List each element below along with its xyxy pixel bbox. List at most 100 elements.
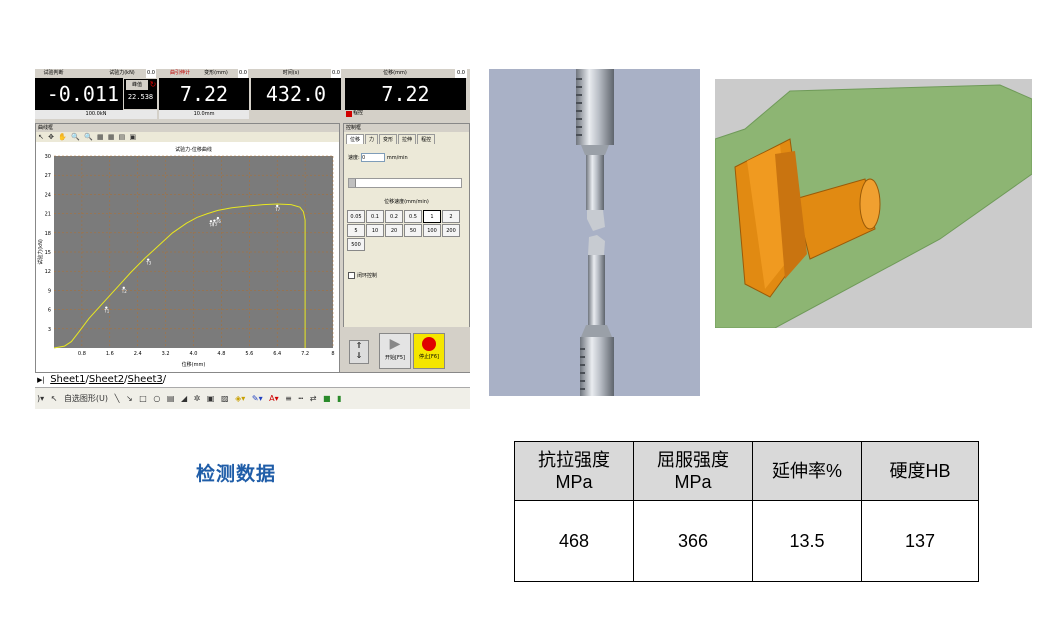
sheet-tab-3[interactable]: Sheet3	[128, 374, 163, 385]
tab-force[interactable]: 力	[365, 134, 379, 144]
displacement-badge: 0.0	[455, 69, 467, 78]
speed-button[interactable]: 100	[423, 224, 441, 237]
value-hardness: 137	[861, 500, 979, 582]
tab-displacement[interactable]: 位移	[346, 134, 365, 144]
marker-label: T6	[215, 219, 221, 224]
speed-slider[interactable]	[348, 178, 462, 188]
dash-style-icon[interactable]: ┅	[298, 388, 303, 409]
x-tick-label: 3.2	[162, 351, 170, 357]
y-tick-label: 18	[45, 231, 51, 237]
deformation-range: 10.0mm	[159, 110, 249, 119]
diagram-icon[interactable]: ✲	[194, 388, 201, 409]
value-elongation: 13.5	[752, 500, 862, 582]
textbox-icon[interactable]: ▤	[167, 388, 175, 409]
speed-button[interactable]: 0.2	[385, 210, 403, 223]
up-down-icon[interactable]: ⇑ ⇓	[349, 340, 369, 364]
autoshape-menu[interactable]: 自选图形(U)	[64, 388, 108, 409]
header-yield-strength: 屈服强度 MPa	[633, 441, 753, 501]
line-style-icon[interactable]: ≡	[285, 388, 292, 409]
line-color-icon[interactable]: ✎▾	[252, 388, 263, 409]
y-tick-label: 21	[45, 212, 51, 218]
speed-button[interactable]: 2	[442, 210, 460, 223]
force-title: 试验力(kN)	[109, 70, 135, 76]
draw-menu-icon[interactable]: )▾	[37, 388, 44, 409]
peak-value: 22.538	[127, 93, 154, 101]
marker-label: T7	[274, 207, 280, 212]
chart-toolbar[interactable]: ↖ ✥ ✋ 🔍 🔍 ▦ ▦ ▤ ▣	[36, 132, 339, 142]
value-yield-strength: 366	[633, 500, 753, 582]
force-range: 100.0kN	[35, 110, 157, 119]
judge-title: 试验判断	[43, 70, 64, 76]
speed-button[interactable]: 0.05	[347, 210, 365, 223]
closed-loop-row[interactable]: 闭环控制	[348, 272, 377, 279]
speed-button[interactable]: 10	[366, 224, 384, 237]
speed-button[interactable]: 20	[385, 224, 403, 237]
peak-label: 峰值	[126, 80, 148, 90]
font-color-icon[interactable]: A▾	[269, 388, 279, 409]
extensometer-title: 曲引伸计	[169, 70, 190, 76]
oval-icon[interactable]: ○	[153, 388, 160, 409]
displacement-title: 位移(mm)	[383, 70, 407, 76]
tab-deformation[interactable]: 变形	[379, 134, 398, 144]
start-button[interactable]: ▶ 开始[F5]	[379, 333, 411, 369]
y-tick-label: 30	[45, 154, 51, 160]
sheet-tab-1[interactable]: Sheet1	[50, 374, 85, 385]
time-title: 时间(s)	[282, 70, 300, 76]
y-axis-label: 试验力(kN)	[37, 239, 44, 265]
y-tick-label: 15	[45, 250, 51, 256]
arrow-icon[interactable]: ↘	[126, 388, 133, 409]
stop-icon	[422, 337, 436, 351]
curve-panel: 曲线框 ↖ ✥ ✋ 🔍 🔍 ▦ ▦ ▤ ▣ 试验力-位移曲线 0.8 1.6 2.4 3…	[35, 123, 340, 409]
speed-button[interactable]: 200	[442, 224, 460, 237]
tab-tensile[interactable]: 拉伸	[398, 134, 417, 144]
sheet-tab-2[interactable]: Sheet2	[89, 374, 124, 385]
closed-loop-checkbox[interactable]	[348, 272, 355, 279]
displacement-readout: 7.22	[345, 78, 466, 110]
speed-button[interactable]: 500	[347, 238, 365, 251]
x-tick-label: 4.8	[217, 351, 225, 357]
header-elongation: 延伸率%	[752, 441, 862, 501]
specimen-drawing	[576, 69, 614, 396]
slider-thumb[interactable]	[349, 179, 356, 187]
stop-button[interactable]: 停止[F6]	[413, 333, 445, 369]
header-hardness: 硬度HB	[861, 441, 979, 501]
marker-label: T3	[145, 261, 151, 266]
speed-button[interactable]: 5	[347, 224, 365, 237]
peak-box: 峰值 ↻ 22.538	[124, 79, 157, 109]
x-axis-label: 位移(mm)	[182, 361, 206, 368]
shadow-icon[interactable]: ■	[323, 388, 331, 409]
speed-button[interactable]: 0.1	[366, 210, 384, 223]
x-tick-label: 1.6	[106, 351, 114, 357]
3d-icon[interactable]: ▮	[337, 388, 341, 409]
picture-icon[interactable]: ▨	[221, 388, 229, 409]
model-drawing	[715, 84, 1032, 328]
deformation-readout: 7.22	[159, 78, 249, 110]
speed-button-grid: 0.05 0.1 0.2 0.5 1 2 5 10 20 50 100 200 500	[347, 210, 465, 252]
clipart-icon[interactable]: ▣	[207, 388, 215, 409]
x-tick-label: 8	[331, 351, 334, 357]
speed-button[interactable]: 1	[423, 210, 441, 223]
arrow-style-icon[interactable]: ⇄	[310, 388, 317, 409]
line-icon[interactable]: ╲	[115, 388, 120, 409]
speed-unit: mm/min	[386, 155, 408, 161]
speed-input[interactable]	[361, 153, 386, 162]
fill-color-icon[interactable]: ◈▾	[235, 388, 245, 409]
marker-label: T2	[121, 289, 127, 294]
test-software-screenshot: 试验判断 试验力(kN) 0.0 -0.011 峰值 ↻ 22.538 100.…	[35, 69, 470, 409]
y-tick-label: 3	[48, 327, 51, 333]
x-tick-label: 2.4	[134, 351, 142, 357]
play-icon: ▶	[389, 336, 401, 352]
x-tick-label: 0.8	[78, 351, 86, 357]
wordart-icon[interactable]: ◢	[181, 388, 187, 409]
rectangle-icon[interactable]: □	[139, 388, 147, 409]
tab-program[interactable]: 程控	[417, 134, 436, 144]
select-icon[interactable]: ↖	[51, 388, 58, 409]
speed-button[interactable]: 50	[404, 224, 422, 237]
x-tick-label: 6.4	[273, 351, 281, 357]
speed-button[interactable]: 0.5	[404, 210, 422, 223]
refresh-icon[interactable]: ↻	[149, 80, 157, 90]
x-tick-label: 7.2	[301, 351, 309, 357]
force-displacement-chart: 试验力-位移曲线 0.8 1.6 2.4 3.2 4.0 4.8 5.6 6.4 7.2 8 3 6 9 1…	[37, 146, 335, 368]
y-tick-label: 24	[45, 192, 51, 198]
sheet-nav-icon[interactable]: ▶|	[35, 373, 47, 387]
